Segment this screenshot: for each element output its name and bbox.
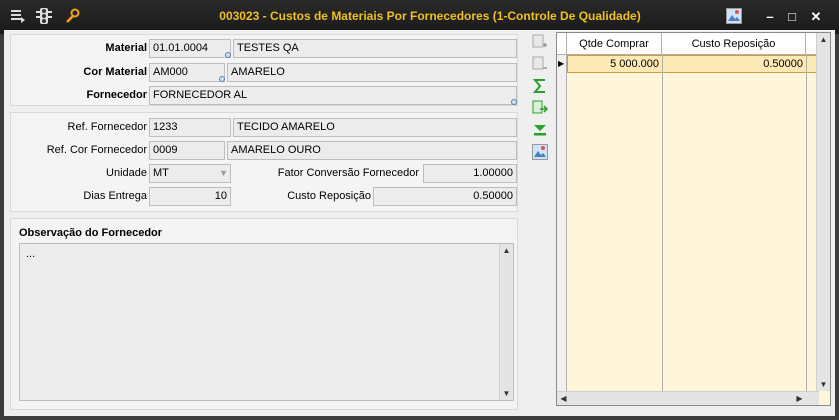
- close-button[interactable]: ✕: [806, 8, 826, 26]
- minimize-button[interactable]: –: [760, 8, 780, 26]
- ref-cor-fornecedor-label: Ref. Cor Fornecedor: [46, 144, 147, 156]
- menu-icon[interactable]: [10, 8, 28, 26]
- window-title: 003023 - Custos de Materiais Por Fornece…: [219, 9, 641, 23]
- data-grid[interactable]: Qtde Comprar Custo Reposição ▶ 5 000.000…: [556, 32, 831, 406]
- row-pointer-icon: ▶: [558, 59, 565, 68]
- grid-corner: [557, 33, 567, 55]
- add-row-icon[interactable]: [532, 34, 550, 52]
- supplier-details-panel: Ref. Fornecedor 1233 TECIDO AMARELO Ref.…: [10, 112, 518, 212]
- column-header-qtde[interactable]: Qtde Comprar: [567, 33, 662, 55]
- observacao-scrollbar[interactable]: ▲ ▼: [499, 244, 513, 400]
- fator-conversao-label: Fator Conversão Fornecedor: [277, 167, 419, 179]
- dias-entrega-label: Dias Entrega: [83, 190, 147, 202]
- lookup-icon[interactable]: [225, 52, 231, 58]
- fator-conversao-field[interactable]: 1.00000: [423, 164, 517, 183]
- scroll-down-icon[interactable]: ▼: [500, 387, 513, 400]
- custo-reposicao-label: Custo Reposição: [287, 190, 371, 202]
- material-label: Material: [105, 42, 147, 54]
- column-header-custo[interactable]: Custo Reposição: [662, 33, 806, 55]
- material-name-field[interactable]: TESTES QA: [233, 39, 517, 58]
- table-row[interactable]: 5 000.000 0.50000: [567, 55, 819, 73]
- collapse-icon[interactable]: [532, 122, 550, 140]
- cell-qtde[interactable]: 5 000.000: [568, 55, 663, 73]
- grid-header: Qtde Comprar Custo Reposição: [557, 33, 830, 55]
- lookup-icon[interactable]: [219, 76, 225, 82]
- ref-fornecedor-name-field[interactable]: TECIDO AMARELO: [233, 118, 517, 137]
- sum-icon[interactable]: [532, 78, 550, 96]
- picture-icon[interactable]: [532, 144, 550, 162]
- scroll-up-icon[interactable]: ▲: [500, 244, 513, 257]
- scroll-left-icon[interactable]: ◀: [557, 392, 570, 405]
- grid-horizontal-scrollbar[interactable]: ◀ ▶: [557, 391, 819, 405]
- dias-entrega-field[interactable]: 10: [149, 187, 231, 206]
- scroll-up-icon[interactable]: ▲: [817, 33, 830, 46]
- lookup-icon[interactable]: [511, 99, 517, 105]
- grid-vertical-scrollbar[interactable]: ▲ ▼: [816, 33, 830, 391]
- scroll-right-icon[interactable]: ▶: [793, 392, 806, 405]
- fornecedor-field[interactable]: FORNECEDOR AL: [149, 86, 517, 105]
- export-icon[interactable]: [532, 100, 550, 118]
- cor-material-label: Cor Material: [83, 66, 147, 78]
- column-divider: [806, 55, 807, 391]
- ref-fornecedor-label: Ref. Fornecedor: [67, 121, 147, 133]
- cell-custo[interactable]: 0.50000: [663, 55, 807, 73]
- unidade-value: MT: [153, 167, 169, 179]
- app-window: 003023 - Custos de Materiais Por Fornece…: [0, 0, 839, 420]
- remove-row-icon[interactable]: [532, 56, 550, 74]
- cor-material-code-field[interactable]: AM000: [149, 63, 225, 82]
- unidade-label: Unidade: [106, 167, 147, 179]
- material-code-field[interactable]: 01.01.0004: [149, 39, 231, 58]
- material-panel: Material 01.01.0004 TESTES QA Cor Materi…: [10, 34, 518, 106]
- ref-cor-fornecedor-name-field[interactable]: AMARELO OURO: [227, 141, 517, 160]
- client-area: Material 01.01.0004 TESTES QA Cor Materi…: [4, 30, 835, 416]
- unidade-select[interactable]: MT ▼: [149, 164, 231, 183]
- observacao-textarea[interactable]: ... ▲ ▼: [19, 243, 514, 401]
- cor-material-name-field[interactable]: AMARELO: [227, 63, 517, 82]
- fornecedor-label: Fornecedor: [86, 89, 147, 101]
- ref-cor-fornecedor-code-field[interactable]: 0009: [149, 141, 225, 160]
- picture-icon[interactable]: [726, 8, 744, 26]
- column-divider: [662, 55, 663, 391]
- title-bar: 003023 - Custos de Materiais Por Fornece…: [0, 0, 839, 34]
- scroll-down-icon[interactable]: ▼: [817, 378, 830, 391]
- observacao-text: ...: [26, 248, 36, 260]
- observacao-title: Observação do Fornecedor: [19, 227, 163, 239]
- ref-fornecedor-code-field[interactable]: 1233: [149, 118, 231, 137]
- custo-reposicao-field[interactable]: 0.50000: [373, 187, 517, 206]
- maximize-button[interactable]: □: [782, 8, 802, 26]
- chevron-down-icon[interactable]: ▼: [219, 165, 228, 182]
- traffic-light-icon[interactable]: [36, 8, 54, 26]
- row-indicator-column: [557, 55, 567, 405]
- wrench-icon[interactable]: [64, 8, 82, 26]
